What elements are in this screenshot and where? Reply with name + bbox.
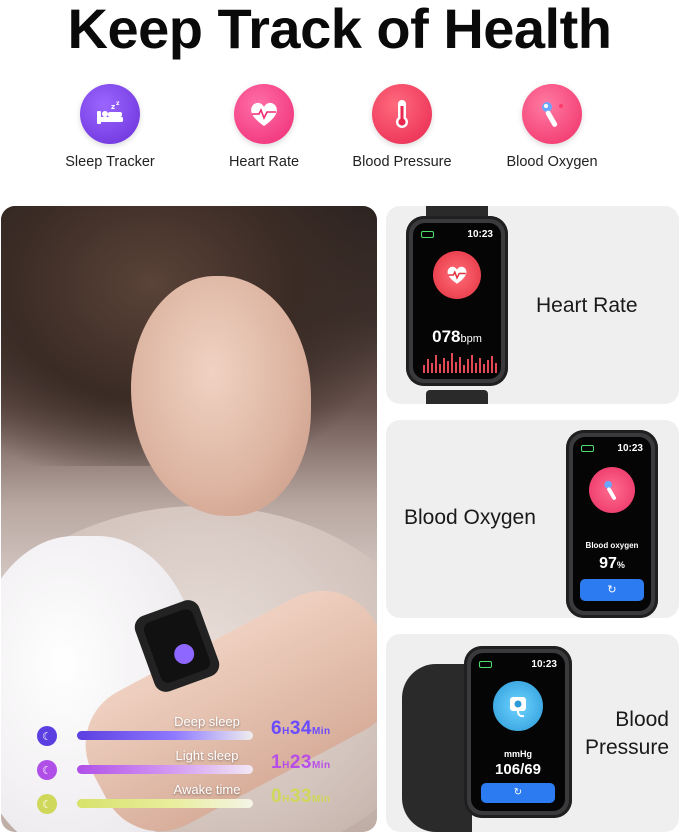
watch-screen: 10:23 078bpm ● 126 ● 66 [413,223,501,379]
feature-label: Blood Oxygen [506,154,598,170]
headline: Keep Track of Health [67,0,612,60]
heart-icon [433,251,481,299]
feature-icons: z z Sleep Tracker Heart Rate Blood Press… [40,84,640,184]
card-title: Blood Pressure [584,708,669,759]
heart-icon [234,84,294,144]
moon-icon: ☾ [37,760,57,780]
heart-rate-card: 10:23 078bpm ● 126 ● 66 Heart Rate [386,206,679,404]
sleep-row-label: Awake time [173,782,241,797]
sleep-stats-panel: ☾ Deep sleep 6H34Min ☾ Light sleep 1H23M… [31,714,361,824]
card-title: Heart Rate [536,294,638,317]
sleep-row-deep: ☾ Deep sleep 6H34Min [31,714,361,748]
watch-screen: 10:23 Blood oxygen 97% ↻ [573,437,651,611]
watch-band-bottom [426,390,488,404]
measure-button[interactable]: ↻ [481,783,555,803]
oxygen-icon [522,84,582,144]
moon-icon: ☾ [37,794,57,814]
measure-button[interactable]: ↻ [580,579,644,601]
watch-time: 10:23 [617,443,643,454]
oxygen-value: 97% [599,555,625,572]
sleep-row-awake: ☾ Awake time 0H33Min [31,782,361,816]
sleep-duration: 0H33Min [271,786,331,807]
heart-rate-value: 078bpm [432,327,482,346]
awake-time-bar [77,799,253,808]
blood-oxygen-watch: 10:23 Blood oxygen 97% ↻ [566,430,658,618]
feature-blood-oxygen: Blood Oxygen [482,84,622,170]
watch-time: 10:23 [531,659,557,670]
svg-text:z: z [111,103,115,111]
feature-label: Blood Pressure [352,154,452,170]
feature-label: Heart Rate [228,154,300,170]
thermometer-icon [372,84,432,144]
sleep-icon: z z [80,84,140,144]
moon-icon: ☾ [37,726,57,746]
blood-oxygen-card: Blood Oxygen 10:23 Blood oxygen 97% ↻ [386,420,679,618]
heart-rate-watch: 10:23 078bpm ● 126 ● 66 [406,216,508,386]
oxygen-icon [589,467,635,513]
feature-blood-pressure: Blood Pressure [332,84,472,170]
sleeping-woman-photo: ☾ Deep sleep 6H34Min ☾ Light sleep 1H23M… [1,206,377,832]
blood-pressure-card: 10:23 mmHg 106/69 ↻ Blood Pressure [386,634,679,832]
deep-sleep-bar [77,731,253,740]
oxygen-label: Blood oxygen [585,541,639,550]
pressure-value: 106/69 [495,761,541,778]
card-title: Blood Oxygen [404,506,536,529]
sleep-row-label: Light sleep [175,748,239,763]
sleep-duration: 1H23Min [271,752,331,773]
heart-rate-graph [421,353,497,373]
feature-sleep-tracker: z z Sleep Tracker [40,84,180,170]
watch-time: 10:23 [467,229,493,240]
light-sleep-bar [77,765,253,774]
sleep-duration: 6H34Min [271,718,331,739]
sleep-row-light: ☾ Light sleep 1H23Min [31,748,361,782]
face [131,276,311,516]
feature-label: Sleep Tracker [65,154,155,170]
sleep-row-label: Deep sleep [174,714,240,729]
svg-text:z: z [116,100,120,107]
feature-heart-rate: Heart Rate [194,84,334,170]
